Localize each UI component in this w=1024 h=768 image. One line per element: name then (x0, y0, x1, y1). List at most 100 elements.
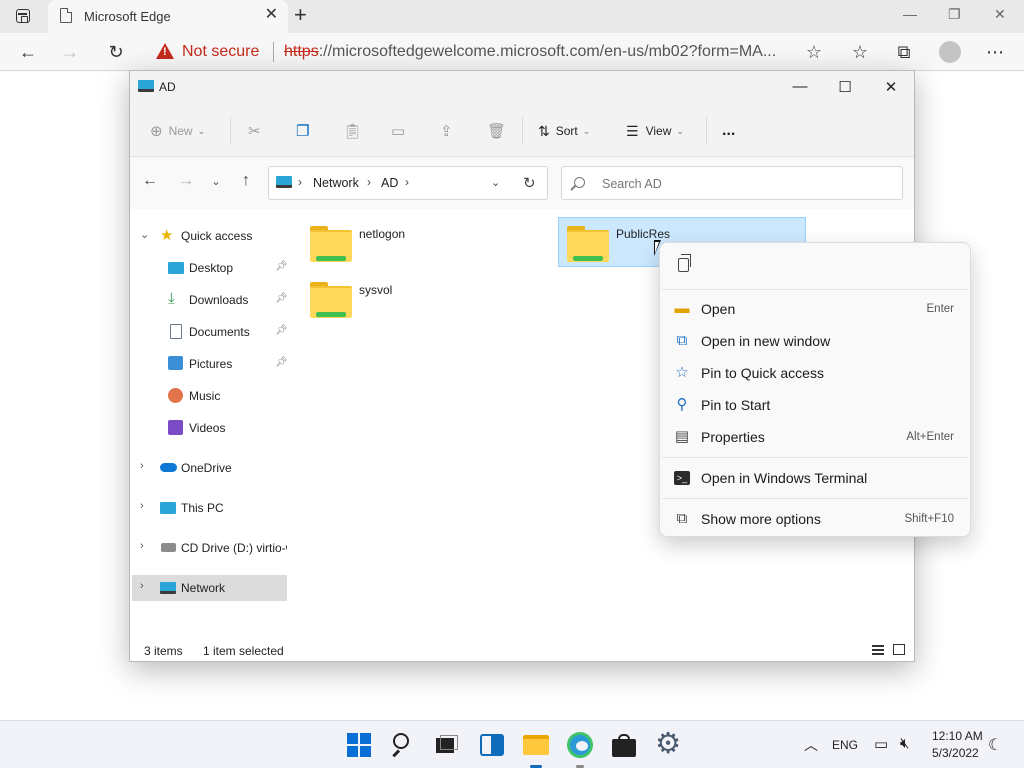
view-button[interactable]: ☰ View ⌄ (626, 120, 684, 142)
folder-name: netlogon (359, 227, 406, 241)
forward-icon[interactable]: → (176, 172, 196, 190)
explorer-titlebar[interactable]: AD — ☐ ✕ (130, 71, 914, 103)
sidebar-item-quick-access[interactable]: ⌄ ★ Quick access (130, 223, 288, 249)
sidebar-item-videos[interactable]: Videos (130, 415, 288, 441)
tab-actions-icon[interactable] (16, 9, 30, 23)
menu-item-open[interactable]: ▬ Open Enter (664, 294, 966, 324)
menu-item-show-more-options[interactable]: ⧉ Show more options Shift+F10 (664, 504, 966, 534)
sidebar-item-pictures[interactable]: Pictures 📌︎ (130, 351, 288, 377)
sidebar-item-onedrive[interactable]: › OneDrive (130, 455, 288, 481)
menu-item-properties[interactable]: ▤ Properties Alt+Enter (664, 422, 966, 452)
chevron-right-icon[interactable]: › (140, 540, 144, 552)
widgets-button[interactable] (478, 731, 506, 759)
language-indicator[interactable]: ENG (832, 738, 858, 752)
maximize-button[interactable]: ☐ (835, 78, 855, 96)
clock-time[interactable]: 12:10 AM (932, 729, 983, 743)
start-button[interactable] (345, 731, 373, 759)
sidebar-item-desktop[interactable]: Desktop 📌︎ (130, 255, 288, 281)
network-status-icon[interactable]: ▭ (874, 735, 888, 753)
task-view-button[interactable] (433, 731, 461, 759)
network-icon (160, 582, 176, 594)
store-button[interactable] (610, 731, 638, 759)
add-favorite-icon[interactable]: ☆ (806, 42, 822, 63)
large-icons-view-icon[interactable] (893, 644, 905, 655)
chevron-right-icon[interactable]: › (140, 500, 144, 512)
address-dropdown-icon[interactable]: ⌄ (491, 176, 500, 189)
cut-button[interactable]: ✂ (248, 120, 261, 142)
sidebar-item-downloads[interactable]: ⤓ Downloads 📌︎ (130, 287, 288, 313)
copy-icon[interactable] (678, 254, 691, 272)
folder-item[interactable]: sysvol (302, 274, 550, 324)
refresh-icon[interactable]: ↻ (523, 174, 536, 192)
pin-icon[interactable]: 📌︎ (275, 261, 288, 272)
sidebar-item-this-pc[interactable]: › This PC (130, 495, 288, 521)
up-icon[interactable]: ↑ (236, 172, 256, 190)
browser-minimize-icon[interactable]: — (903, 6, 917, 22)
minimize-button[interactable]: — (790, 78, 810, 95)
sidebar-item-cd-drive[interactable]: › CD Drive (D:) virtio-win (130, 535, 288, 561)
chevron-right-icon[interactable]: › (405, 175, 409, 189)
browser-close-icon[interactable]: ✕ (994, 6, 1006, 23)
browser-restore-icon[interactable]: ❐ (948, 6, 961, 23)
back-icon[interactable]: ← (16, 40, 40, 64)
search-button[interactable] (390, 731, 418, 759)
tab-close-icon[interactable]: ✕ (265, 7, 278, 23)
folder-item[interactable]: netlogon (302, 218, 550, 268)
details-view-icon[interactable] (872, 645, 884, 655)
new-button[interactable]: ⊕ New ⌄ (150, 120, 205, 142)
address-bar[interactable]: Not secure https://microsoftedgewelcome.… (140, 36, 830, 68)
browser-tab[interactable]: Microsoft Edge ✕ (48, 0, 288, 33)
settings-more-icon[interactable]: ⋯ (983, 40, 1007, 64)
warning-icon[interactable] (156, 43, 174, 59)
share-button[interactable]: ⇪ (440, 120, 453, 142)
forward-icon[interactable]: → (58, 40, 82, 64)
chevron-right-icon[interactable]: › (367, 175, 371, 189)
clock-date[interactable]: 5/3/2022 (932, 746, 979, 760)
breadcrumb[interactable]: › Network › AD › ⌄ ↻ (268, 166, 548, 200)
new-tab-button[interactable]: + (294, 4, 307, 26)
sidebar-item-network[interactable]: › Network (132, 575, 287, 601)
breadcrumb-network[interactable]: Network (313, 176, 359, 190)
rename-button[interactable]: ▭ (391, 120, 405, 142)
url-text[interactable]: https://microsoftedgewelcome.microsoft.c… (284, 43, 804, 61)
chevron-right-icon[interactable]: › (298, 175, 302, 189)
status-bar: 3 items 1 item selected (130, 639, 914, 661)
profile-avatar[interactable] (938, 40, 962, 64)
search-input[interactable]: Search AD (561, 166, 903, 200)
menu-item-open-terminal[interactable]: >_ Open in Windows Terminal (664, 463, 966, 493)
browser-toolbar: ← → ↻ Not secure https://microsoftedgewe… (0, 33, 1024, 71)
notifications-icon[interactable]: ☾ (988, 735, 1002, 755)
star-icon: ★ (160, 227, 174, 244)
delete-button[interactable]: 🗑︎ (487, 120, 506, 142)
recent-locations-icon[interactable]: ⌄ (206, 175, 226, 188)
sort-icon: ⇅ (538, 122, 550, 139)
copy-button[interactable]: ❐ (296, 120, 309, 142)
menu-item-pin-quick-access[interactable]: ☆ Pin to Quick access (664, 358, 966, 388)
sort-button[interactable]: ⇅ Sort ⌄ (538, 120, 590, 142)
breadcrumb-ad[interactable]: AD (381, 176, 398, 190)
menu-item-pin-start[interactable]: ⚲ Pin to Start (664, 390, 966, 420)
pin-icon[interactable]: 📌︎ (275, 357, 288, 368)
refresh-icon[interactable]: ↻ (104, 40, 128, 64)
sidebar-item-documents[interactable]: Documents 📌︎ (130, 319, 288, 345)
favorites-icon[interactable]: ☆ (848, 40, 872, 64)
collections-icon[interactable]: ⧉ (892, 40, 916, 64)
chevron-down-icon[interactable]: ⌄ (140, 228, 149, 241)
folder-name: PublicRes (616, 227, 671, 241)
close-button[interactable]: ✕ (881, 78, 901, 96)
settings-button[interactable]: ⚙ (654, 729, 682, 759)
chevron-right-icon[interactable]: › (140, 580, 144, 592)
paste-button[interactable]: 📋︎ (343, 120, 362, 142)
volume-muted-icon[interactable]: 🔇︎ (900, 735, 909, 752)
sidebar-item-music[interactable]: Music (130, 383, 288, 409)
file-explorer-taskbar-button[interactable] (522, 731, 550, 768)
chevron-up-icon[interactable]: ︿ (804, 735, 818, 755)
security-label[interactable]: Not secure (182, 43, 259, 61)
menu-item-open-new-window[interactable]: ⧉ Open in new window (664, 326, 966, 356)
pin-icon[interactable]: 📌︎ (275, 325, 288, 336)
see-more-button[interactable]: ... (722, 120, 735, 142)
pin-icon[interactable]: 📌︎ (275, 293, 288, 304)
edge-taskbar-button[interactable] (566, 731, 594, 768)
chevron-right-icon[interactable]: › (140, 460, 144, 472)
back-icon[interactable]: ← (140, 172, 160, 190)
